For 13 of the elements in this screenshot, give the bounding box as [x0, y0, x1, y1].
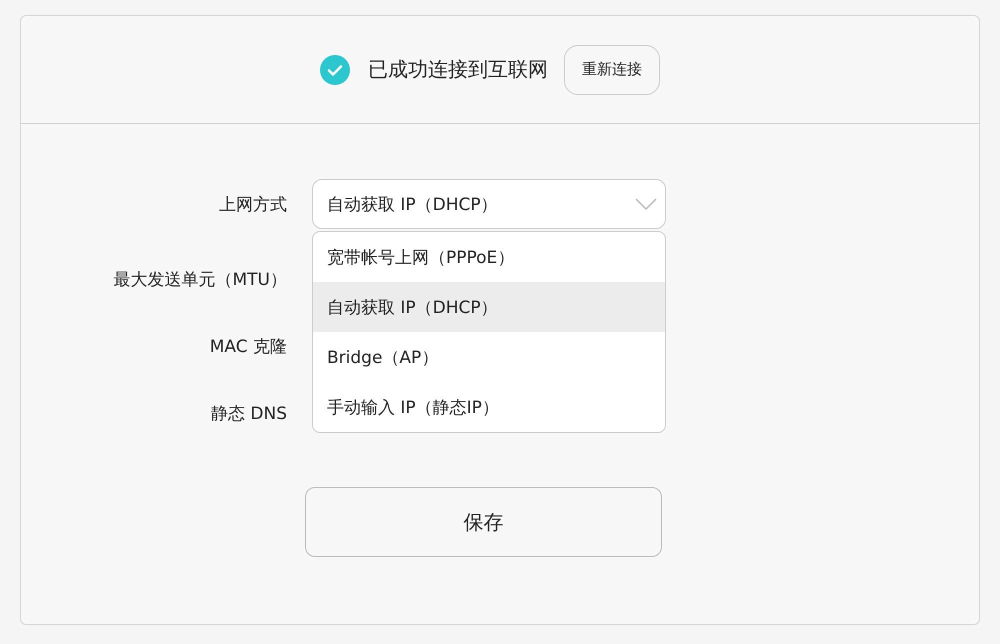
dropdown-option[interactable]: 手动输入 IP（静态IP）	[313, 382, 665, 432]
field-label: MAC 克隆	[208, 336, 287, 358]
connection-type-select[interactable]: 自动获取 IP（DHCP）	[312, 179, 666, 229]
dropdown-option[interactable]: 宽带帐号上网（PPPoE）	[313, 232, 665, 282]
field-label: 最大发送单元（MTU）	[112, 269, 287, 291]
chevron-down-icon	[635, 198, 657, 210]
reconnect-button[interactable]: 重新连接	[564, 44, 660, 94]
status-text: 已成功连接到互联网	[368, 56, 548, 83]
save-button[interactable]: 保存	[305, 487, 662, 557]
field-label: 上网方式	[218, 194, 287, 216]
dropdown-option[interactable]: Bridge（AP）	[313, 332, 665, 382]
dropdown-option[interactable]: 自动获取 IP（DHCP）	[313, 282, 665, 332]
field-label: 静态 DNS	[210, 403, 287, 425]
